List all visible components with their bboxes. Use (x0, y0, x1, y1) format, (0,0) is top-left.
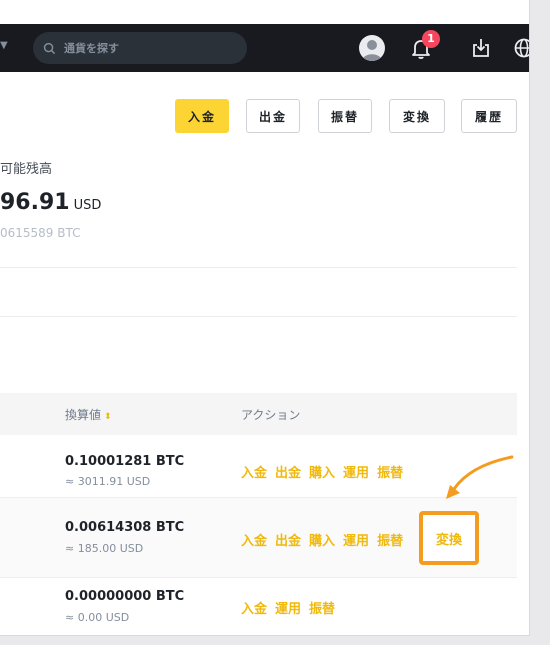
row-transfer-link[interactable]: 振替 (377, 530, 403, 549)
arrow-pointer-icon (446, 455, 514, 499)
balance-unit: USD (73, 198, 102, 213)
row-buy-link[interactable]: 購入 (309, 530, 335, 549)
row-transfer-link[interactable]: 振替 (309, 598, 335, 617)
converted-usd: ≈ 3011.91 USD (65, 475, 151, 488)
divider (0, 316, 517, 317)
balance-value: 96.91 USD (0, 190, 101, 215)
search-icon (43, 42, 56, 54)
row-transfer-link[interactable]: 振替 (377, 462, 403, 481)
row-earn-link[interactable]: 運用 (343, 462, 369, 481)
row-earn-link[interactable]: 運用 (343, 530, 369, 549)
search-input[interactable]: 通貨を探す (33, 32, 247, 64)
chevron-down-icon[interactable]: ▼ (0, 40, 8, 51)
balance-amount: 96.91 (0, 190, 70, 215)
column-header-converted[interactable]: 換算値 ⬍ (65, 406, 112, 423)
transfer-button[interactable]: 振替 (318, 99, 372, 133)
converted-btc: 0.00000000 BTC (65, 589, 185, 604)
row-deposit-link[interactable]: 入金 (241, 530, 267, 549)
row-deposit-link[interactable]: 入金 (241, 462, 267, 481)
search-placeholder: 通貨を探す (64, 42, 119, 55)
top-navbar: ▼ 通貨を探す 1 (0, 24, 530, 72)
convert-action-highlight[interactable]: 変換 (419, 511, 479, 565)
row-actions: 入金 運用 振替 (241, 598, 335, 617)
download-icon[interactable] (468, 35, 494, 61)
converted-btc: 0.10001281 BTC (65, 454, 185, 469)
row-withdraw-link[interactable]: 出金 (275, 530, 301, 549)
globe-icon[interactable] (511, 35, 530, 61)
balance-label: 可能残高 (0, 162, 53, 177)
deposit-button[interactable]: 入金 (175, 99, 229, 133)
row-deposit-link[interactable]: 入金 (241, 598, 267, 617)
converted-btc: 0.00614308 BTC (65, 520, 185, 535)
row-withdraw-link[interactable]: 出金 (275, 462, 301, 481)
divider (0, 267, 517, 268)
row-convert-link[interactable]: 変換 (436, 529, 462, 548)
avatar[interactable] (359, 35, 385, 61)
balance-btc: 0615589 BTC (0, 226, 81, 240)
convert-button[interactable]: 変換 (389, 99, 445, 133)
row-earn-link[interactable]: 運用 (275, 598, 301, 617)
row-actions: 入金 出金 購入 運用 振替 (241, 462, 403, 481)
app-frame: ▼ 通貨を探す 1 入金 出金 振替 変換 履歴 可能残高 96.91 USD … (0, 0, 530, 636)
table-header: 換算値 ⬍ アクション (0, 393, 517, 435)
converted-usd: ≈ 0.00 USD (65, 611, 130, 624)
converted-usd: ≈ 185.00 USD (65, 542, 144, 555)
table-row: 0.00000000 BTC ≈ 0.00 USD 入金 運用 振替 (0, 578, 517, 635)
history-button[interactable]: 履歴 (461, 99, 517, 133)
notification-badge: 1 (422, 30, 440, 48)
sort-icon[interactable]: ⬍ (104, 412, 112, 422)
column-header-action: アクション (241, 408, 301, 422)
row-actions: 入金 出金 購入 運用 振替 (241, 530, 403, 549)
row-buy-link[interactable]: 購入 (309, 462, 335, 481)
withdraw-button[interactable]: 出金 (246, 99, 300, 133)
